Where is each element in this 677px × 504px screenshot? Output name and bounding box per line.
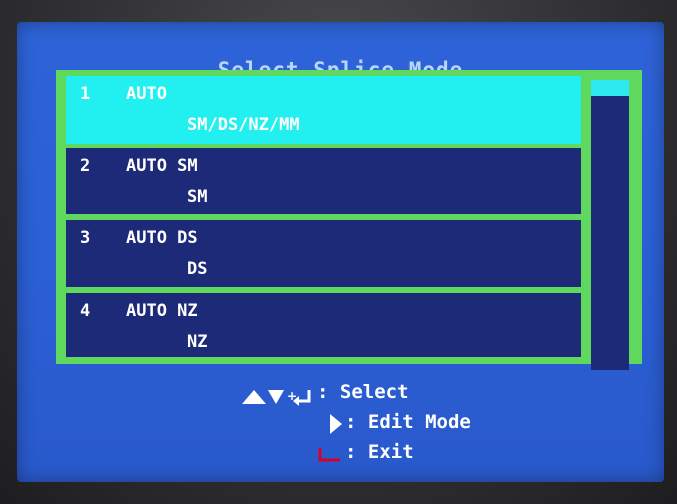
- enter-icon: +: [287, 389, 311, 406]
- item-fiber-types: DS: [187, 259, 208, 279]
- item-name: AUTO SM: [126, 156, 198, 176]
- mode-item-auto-sm[interactable]: 2 AUTO SM SM: [66, 148, 581, 214]
- help-edit-mode: : Edit Mode: [345, 411, 471, 433]
- item-name: AUTO NZ: [126, 301, 198, 321]
- item-number: 1: [80, 84, 91, 104]
- item-fiber-types: SM/DS/NZ/MM: [187, 115, 300, 135]
- item-number: 2: [80, 156, 91, 176]
- mode-item-auto-nz[interactable]: 4 AUTO NZ NZ: [66, 293, 581, 357]
- return-icon: [318, 448, 340, 462]
- scrollbar-thumb[interactable]: [591, 80, 629, 96]
- item-fiber-types: SM: [187, 187, 208, 207]
- help-exit: : Exit: [345, 441, 414, 463]
- item-name: AUTO: [126, 84, 167, 104]
- up-down-arrow-icon: [242, 390, 284, 404]
- mode-item-auto[interactable]: 1 AUTO SM/DS/NZ/MM: [66, 76, 581, 144]
- list-scrollbar[interactable]: [591, 80, 629, 370]
- item-number: 4: [80, 301, 91, 321]
- help-select: : Select: [317, 381, 409, 403]
- item-number: 3: [80, 228, 91, 248]
- item-fiber-types: NZ: [187, 332, 208, 352]
- mode-item-auto-ds[interactable]: 3 AUTO DS DS: [66, 220, 581, 287]
- right-arrow-icon: [330, 414, 342, 434]
- item-name: AUTO DS: [126, 228, 198, 248]
